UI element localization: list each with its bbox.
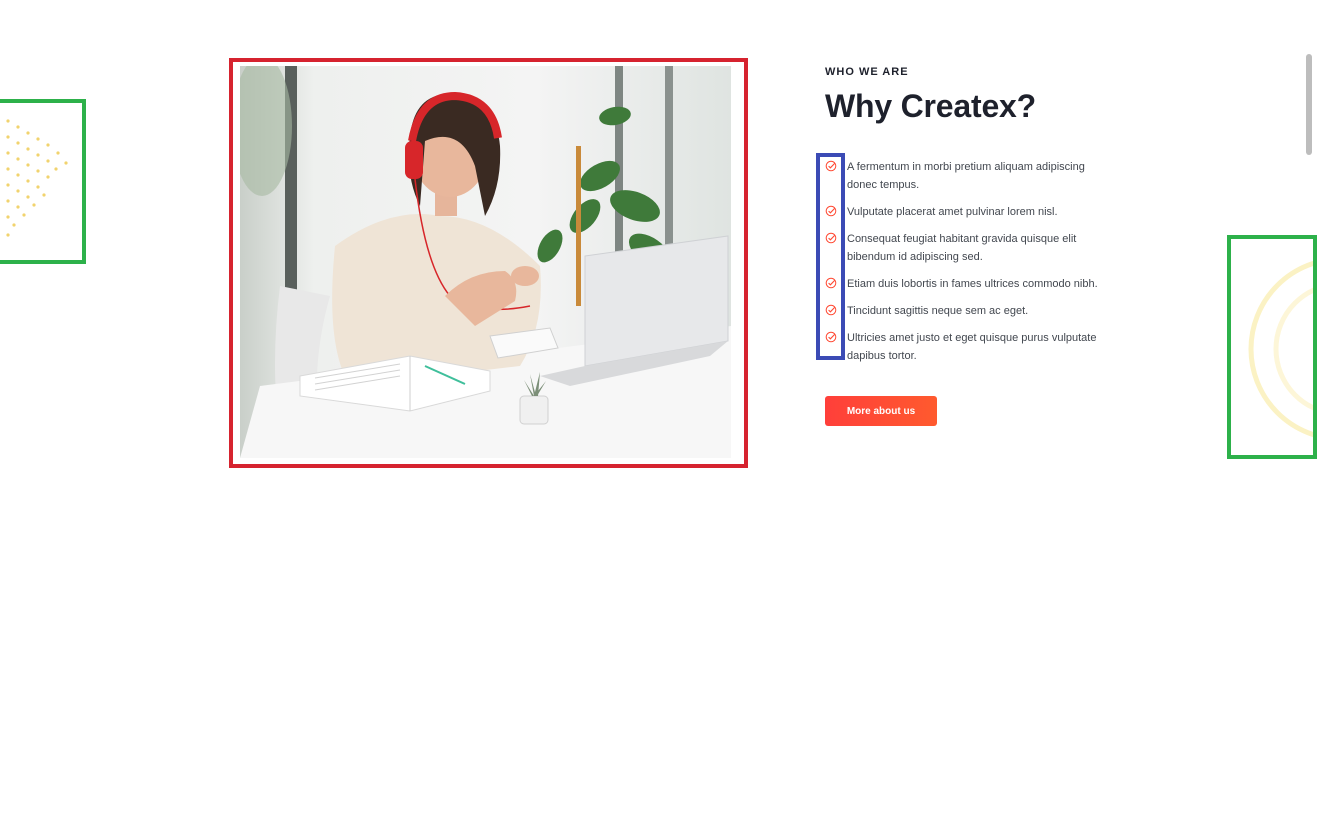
more-about-us-button[interactable]: More about us [825, 396, 937, 426]
hero-image-frame [229, 58, 748, 468]
feature-item: Etiam duis lobortis in fames ultrices co… [825, 275, 1115, 293]
feature-list: A fermentum in morbi pretium aliquam adi… [825, 158, 1115, 374]
dots-pattern-icon [6, 119, 68, 237]
feature-item: Consequat feugiat habitant gravida quisq… [825, 230, 1115, 266]
decorative-arcs-frame [1227, 235, 1317, 459]
feature-item: A fermentum in morbi pretium aliquam adi… [825, 158, 1115, 194]
section-title: Why Createx? [825, 88, 1036, 124]
feature-text: A fermentum in morbi pretium aliquam adi… [847, 161, 1085, 191]
check-icons-highlight [816, 153, 845, 360]
feature-text: Vulputate placerat amet pulvinar lorem n… [847, 206, 1058, 218]
feature-text: Consequat feugiat habitant gravida quisq… [847, 233, 1077, 263]
decorative-dots-frame [0, 99, 86, 264]
feature-item: Ultricies amet justo et eget quisque pur… [825, 329, 1115, 365]
why-createx-section: WHO WE ARE Why Createx? A fermentum in m… [825, 66, 1125, 362]
page-scrollbar-thumb[interactable] [1306, 54, 1312, 155]
section-eyebrow: WHO WE ARE [825, 66, 909, 78]
feature-text: Etiam duis lobortis in fames ultrices co… [847, 278, 1098, 290]
feature-text: Tincidunt sagittis neque sem ac eget. [847, 305, 1029, 317]
feature-text: Ultricies amet justo et eget quisque pur… [847, 332, 1097, 362]
feature-item: Tincidunt sagittis neque sem ac eget. [825, 302, 1115, 320]
feature-item: Vulputate placerat amet pulvinar lorem n… [825, 203, 1115, 221]
student-laptop-photo [240, 66, 731, 458]
concentric-arcs-icon [1248, 260, 1313, 438]
